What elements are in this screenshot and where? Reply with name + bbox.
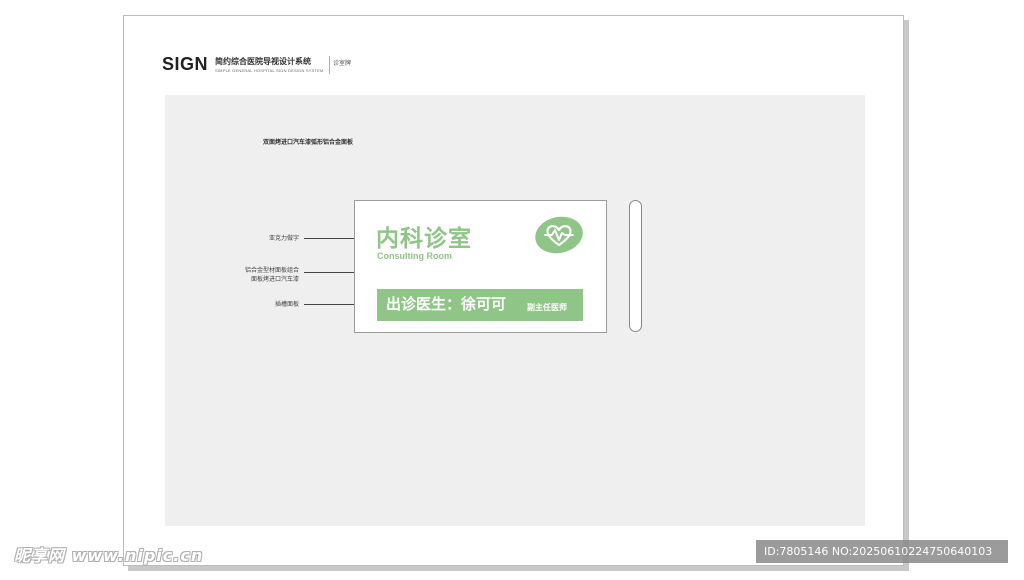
page-tag: 诊室牌 <box>333 60 352 67</box>
room-name-en: Consulting Room <box>377 251 452 261</box>
header-sign-label: SIGN <box>162 54 209 74</box>
watermark-left: 昵享网 www.nipic.cn <box>14 546 204 565</box>
header-divider <box>329 56 330 74</box>
callout-slot-panel-label: 插槽面板 <box>274 301 299 308</box>
watermark-right: ID:7805146 NO:20250610224750640103 <box>756 540 1008 563</box>
system-title-en: SIMPLE GENERAL HOSPITAL SIGN DESIGN SYST… <box>215 68 324 73</box>
doctor-name: 出诊医生：徐可可 <box>386 295 507 313</box>
doctor-slot-panel: 出诊医生：徐可可 副主任医师 <box>377 289 583 321</box>
design-sheet: SIGN 简约综合医院导视设计系统 SIMPLE GENERAL HOSPITA… <box>123 15 904 566</box>
canvas-title: 双面烤进口汽车漆弧形铝合金面板 <box>263 139 354 146</box>
consulting-room-sign: 内科诊室 Consulting Room 出诊医生：徐可可 副主任医师 <box>354 200 607 333</box>
system-title-cn: 简约综合医院导视设计系统 <box>215 57 311 66</box>
drawing-canvas: 双面烤进口汽车漆弧形铝合金面板 亚克力做字 铝合金型材面板组合 面板烤进口汽车漆… <box>165 95 865 526</box>
callout-aluminum: 铝合金型材面板组合 面板烤进口汽车漆 <box>217 266 299 284</box>
callout-acrylic: 亚克力做字 <box>217 234 299 243</box>
callout-aluminum-line1: 铝合金型材面板组合 <box>244 267 299 274</box>
callout-slot-panel: 插槽面板 <box>217 300 299 309</box>
callout-aluminum-line2: 面板烤进口汽车漆 <box>250 276 299 283</box>
sign-side-profile <box>629 200 642 332</box>
heart-pulse-icon <box>535 216 583 254</box>
callout-acrylic-label: 亚克力做字 <box>268 235 299 242</box>
doctor-title: 副主任医师 <box>527 303 567 312</box>
watermark-id-text: ID:7805146 NO:20250610224750640103 <box>764 545 993 558</box>
room-name-cn: 内科诊室 <box>376 226 472 252</box>
